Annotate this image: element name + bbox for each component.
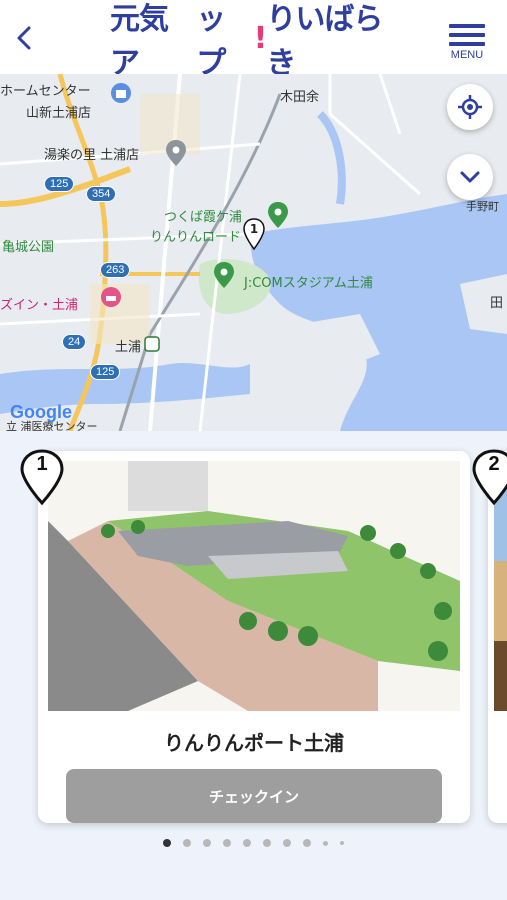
- map-label-kidayo: 木田余: [280, 90, 320, 105]
- spot-number: 1: [36, 453, 48, 475]
- google-logo: Google: [10, 402, 72, 422]
- park-pin-icon: [268, 202, 288, 228]
- menu-button[interactable]: MENU: [445, 24, 489, 68]
- route-marker: 125: [90, 364, 121, 380]
- page-dot[interactable]: [243, 839, 251, 847]
- page-dot[interactable]: [223, 839, 231, 847]
- park-pin-icon: [214, 262, 234, 288]
- page-dot[interactable]: [340, 841, 344, 845]
- current-location-button[interactable]: [447, 84, 493, 130]
- app-logo: 元気ア ップ ! りいばらき: [110, 2, 410, 81]
- map-label-inn: ズイン・土浦: [0, 298, 79, 313]
- app-header: 元気ア ップ ! りいばらき MENU: [0, 0, 507, 81]
- spot-number-badge: 2: [472, 449, 507, 505]
- spot-title: りんりんポート土浦: [164, 731, 344, 755]
- logo-text-1: 元気ア: [110, 2, 169, 81]
- collapse-map-button[interactable]: [447, 154, 493, 200]
- spot-number: 2: [488, 453, 500, 475]
- route-marker: 24: [62, 334, 87, 350]
- spot-card[interactable]: りんりんポート土浦 チェックイン: [38, 451, 470, 823]
- place-pin-icon: [166, 140, 186, 166]
- map-view[interactable]: ホームセンター 山新土浦店 木田余 湯楽の里 土浦店 つくば霞ケ浦 りんりんロー…: [0, 74, 507, 431]
- hotel-icon: [101, 287, 121, 307]
- shopping-bag-icon: [111, 83, 131, 103]
- map-label-jcom: J:COMスタジアム土浦: [244, 276, 373, 291]
- map-label-tsuchiura: 土浦: [115, 340, 142, 355]
- map-base: [0, 74, 507, 431]
- map-label-den: 田: [490, 296, 504, 311]
- locate-icon: [458, 95, 482, 119]
- route-marker: 125: [44, 176, 75, 192]
- checkin-button[interactable]: チェックイン: [66, 769, 442, 823]
- page-dot-active[interactable]: [163, 839, 171, 847]
- menu-label: MENU: [450, 49, 484, 61]
- map-label-tsukuba-2: りんりんロード: [150, 230, 242, 245]
- back-button[interactable]: [8, 22, 40, 54]
- hamburger-icon: [449, 24, 485, 28]
- page-dot[interactable]: [323, 840, 328, 846]
- route-marker: 354: [86, 186, 117, 202]
- route-marker: 263: [100, 262, 131, 278]
- carousel-pagination: [0, 839, 507, 851]
- map-spot-pin[interactable]: 1: [243, 218, 265, 250]
- map-label-yamashin: 山新土浦店: [26, 106, 92, 121]
- page-dot[interactable]: [203, 839, 211, 847]
- page-dot[interactable]: [303, 839, 311, 847]
- map-label-tsukuba-1: つくば霞ケ浦: [164, 210, 243, 225]
- chevron-left-icon: [17, 26, 31, 50]
- page-dot[interactable]: [283, 839, 291, 847]
- spot-number-badge: 1: [20, 449, 64, 505]
- station-icon: [144, 336, 160, 352]
- map-label-home-center: ホームセンター: [0, 84, 91, 99]
- map-label-teno: 手野町: [466, 200, 499, 213]
- logo-text-3: りいばらき: [266, 2, 383, 81]
- spot-carousel[interactable]: りんりんポート土浦 チェックイン 1 2: [0, 431, 507, 900]
- map-label-yuraku: 湯楽の里 土浦店: [44, 148, 140, 163]
- logo-accent: !: [253, 20, 268, 56]
- spot-card-next[interactable]: [488, 451, 507, 823]
- map-label-kijo-park: 亀城公園: [2, 240, 55, 255]
- logo-text-2: ップ: [196, 2, 226, 81]
- page-dot[interactable]: [183, 839, 191, 847]
- chevron-down-icon: [460, 171, 480, 183]
- page-dot[interactable]: [263, 839, 271, 847]
- map-pin-number: 1: [249, 222, 259, 236]
- spot-image: [48, 461, 460, 711]
